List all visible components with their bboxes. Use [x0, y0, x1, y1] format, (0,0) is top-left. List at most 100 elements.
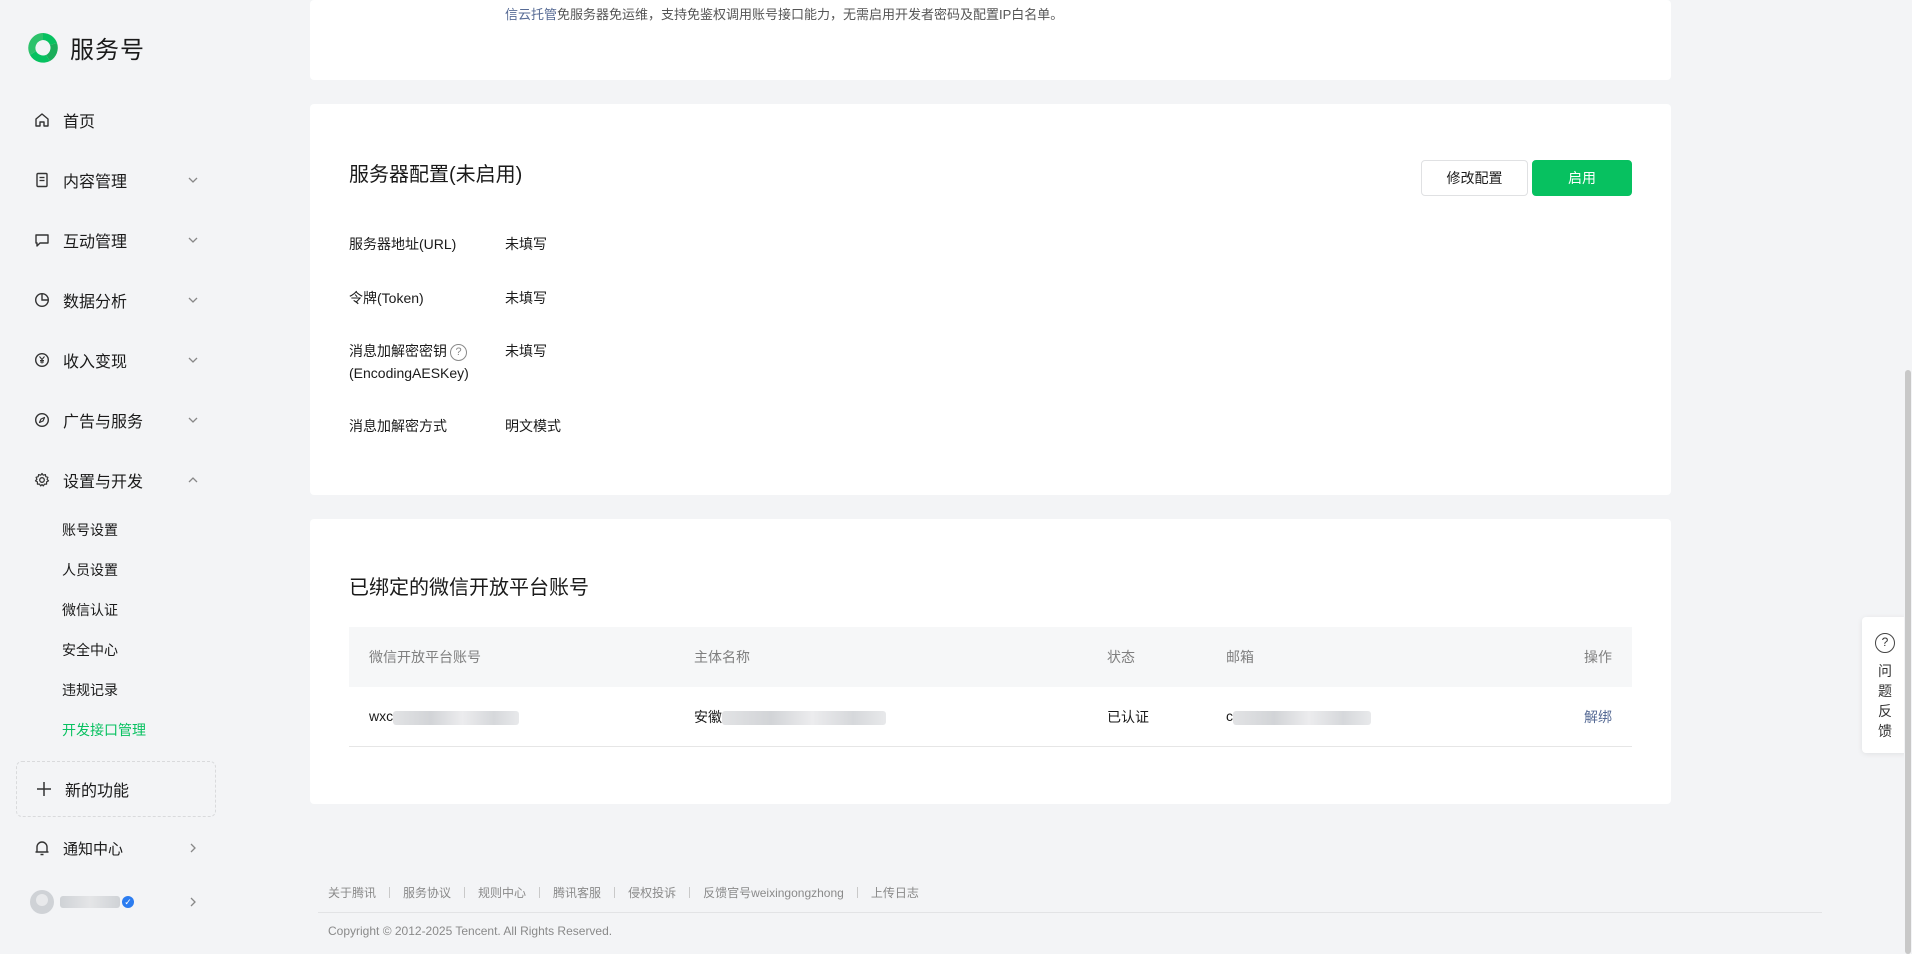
account-menu[interactable]: ✓	[0, 880, 232, 924]
footer-link-support[interactable]: 腾讯客服	[553, 884, 601, 901]
bound-accounts-card: 已绑定的微信开放平台账号 微信开放平台账号 主体名称 状态 邮箱 操作 wxc …	[310, 519, 1671, 804]
chat-icon	[33, 231, 51, 249]
entity-name-prefix: 安徽	[694, 708, 722, 725]
avatar	[30, 890, 54, 914]
enable-button[interactable]: 启用	[1532, 160, 1632, 196]
column-header-entity: 主体名称	[694, 649, 750, 665]
gear-icon	[33, 471, 51, 489]
new-features-button[interactable]: 新的功能	[16, 761, 216, 817]
email-cell: c	[1206, 708, 1546, 725]
wechat-service-logo-icon	[28, 32, 58, 63]
sidebar-item-monetization[interactable]: 收入变现	[0, 330, 232, 390]
encryption-mode-label: 消息加解密方式	[349, 418, 447, 434]
server-config-title: 服务器配置(未启用)	[349, 164, 523, 186]
sidebar-item-label: 收入变现	[63, 354, 128, 371]
footer-links: 关于腾讯 服务协议 规则中心 腾讯客服 侵权投诉 反馈官号weixingongz…	[328, 884, 919, 901]
sidebar-item-label: 互动管理	[63, 234, 128, 251]
column-header-status: 状态	[1107, 649, 1135, 665]
url-label: 服务器地址(URL)	[349, 236, 457, 252]
footer-link-about[interactable]: 关于腾讯	[328, 884, 376, 901]
sidebar-item-analytics[interactable]: 数据分析	[0, 270, 232, 330]
chevron-down-icon	[188, 177, 198, 183]
footer-separator	[856, 887, 858, 898]
token-label: 令牌(Token)	[349, 290, 424, 306]
footer-link-feedback-account[interactable]: 反馈官号weixingongzhong	[703, 884, 844, 901]
encryption-mode-value: 明文模式	[505, 418, 561, 434]
server-config-card: 服务器配置(未启用) 修改配置 启用 服务器地址(URL) 未填写 令牌(Tok…	[310, 104, 1671, 495]
footer-link-upload-log[interactable]: 上传日志	[871, 884, 919, 901]
modify-config-button[interactable]: 修改配置	[1421, 160, 1528, 196]
aeskey-label-sub: (EncodingAESKey)	[349, 365, 469, 381]
chevron-down-icon	[188, 417, 198, 423]
sidebar-item-ads[interactable]: 广告与服务	[0, 390, 232, 450]
bell-icon	[35, 841, 49, 856]
yen-icon	[33, 351, 51, 369]
copyright: Copyright © 2012-2025 Tencent. All Right…	[328, 924, 613, 938]
notification-center[interactable]: 通知中心	[0, 826, 232, 870]
status-cell: 已认证	[1107, 708, 1149, 725]
bound-accounts-title: 已绑定的微信开放平台账号	[349, 577, 589, 599]
scrollbar-thumb[interactable]	[1905, 370, 1911, 954]
verified-badge-icon: ✓	[122, 896, 134, 908]
footer-link-rules[interactable]: 规则中心	[478, 884, 526, 901]
document-icon	[33, 171, 51, 189]
cloud-hosting-card: 信云托管免服务器免运维，支持免鉴权调用账号接口能力，无需启用开发者密码及配置IP…	[310, 0, 1671, 80]
subnav-item-violation-records[interactable]: 违规记录	[0, 670, 232, 710]
subnav-item-account-settings[interactable]: 账号设置	[0, 510, 232, 550]
cloud-hosting-text: 免服务器免运维，支持免鉴权调用账号接口能力，无需启用开发者密码及配置IP白名单。	[557, 7, 1064, 22]
footer-separator	[389, 887, 391, 898]
feedback-float-button[interactable]: ? 问题反馈	[1862, 617, 1908, 753]
new-features-label: 新的功能	[65, 783, 130, 800]
question-icon: ?	[1875, 633, 1895, 653]
subnav-item-security-center[interactable]: 安全中心	[0, 630, 232, 670]
table-header: 微信开放平台账号 主体名称 状态 邮箱 操作	[349, 627, 1632, 687]
plus-icon	[37, 782, 51, 796]
chevron-down-icon	[188, 297, 198, 303]
subnav-item-wechat-verification[interactable]: 微信认证	[0, 590, 232, 630]
bound-accounts-table: 微信开放平台账号 主体名称 状态 邮箱 操作 wxc 安徽 已认证 c 解绑	[349, 627, 1632, 747]
redacted-email	[1233, 710, 1371, 725]
aeskey-value: 未填写	[505, 343, 547, 359]
notification-label: 通知中心	[63, 840, 124, 858]
redacted-account-id	[393, 710, 520, 725]
subnav-item-dev-interface[interactable]: 开发接口管理	[0, 710, 232, 750]
sidebar-nav: 首页 内容管理 互动管理 数据分析 收入变现 广告与服务 设置与开发 账号设置 …	[0, 90, 232, 756]
sidebar-item-home[interactable]: 首页	[0, 90, 232, 150]
column-header-account: 微信开放平台账号	[369, 649, 481, 665]
sidebar-item-interaction[interactable]: 互动管理	[0, 210, 232, 270]
account-cell: wxc	[349, 708, 674, 725]
settings-subnav: 账号设置 人员设置 微信认证 安全中心 违规记录 开发接口管理	[0, 510, 232, 756]
account-name-redacted	[60, 896, 120, 908]
action-cell: 解绑	[1546, 707, 1632, 727]
cloud-hosting-link[interactable]: 信云托管	[505, 7, 557, 22]
entity-cell: 安徽	[674, 707, 1087, 727]
chevron-up-icon	[188, 477, 198, 483]
subnav-item-member-settings[interactable]: 人员设置	[0, 550, 232, 590]
chevron-right-icon	[190, 897, 196, 907]
redacted-entity-name	[722, 710, 886, 725]
column-header-email: 邮箱	[1226, 649, 1254, 665]
brand-name: 服务号	[70, 37, 145, 64]
column-header-action: 操作	[1584, 649, 1612, 665]
sidebar-item-content[interactable]: 内容管理	[0, 150, 232, 210]
table-row: wxc 安徽 已认证 c 解绑	[349, 687, 1632, 747]
sidebar-item-label: 内容管理	[63, 174, 128, 191]
footer-separator	[614, 887, 616, 898]
cloud-hosting-note: 信云托管免服务器免运维，支持免鉴权调用账号接口能力，无需启用开发者密码及配置IP…	[505, 4, 1063, 23]
footer-divider	[318, 912, 1822, 913]
footer-separator	[464, 887, 466, 898]
brand[interactable]: 服务号	[26, 30, 145, 65]
unbind-link[interactable]: 解绑	[1584, 709, 1612, 725]
footer-link-terms[interactable]: 服务协议	[403, 884, 451, 901]
home-icon	[33, 111, 51, 129]
compass-icon	[33, 411, 51, 429]
pie-chart-icon	[33, 291, 51, 309]
account-id-prefix: wxc	[369, 708, 394, 725]
footer-separator	[539, 887, 541, 898]
sidebar-item-settings[interactable]: 设置与开发	[0, 450, 232, 510]
footer-link-infringement[interactable]: 侵权投诉	[628, 884, 676, 901]
url-value: 未填写	[505, 236, 547, 252]
sidebar: 服务号 首页 内容管理 互动管理 数据分析 收入变现 广告与服务 设置与开发 账…	[0, 0, 232, 954]
help-question-icon[interactable]: ?	[450, 343, 467, 361]
chevron-right-icon	[190, 843, 196, 853]
